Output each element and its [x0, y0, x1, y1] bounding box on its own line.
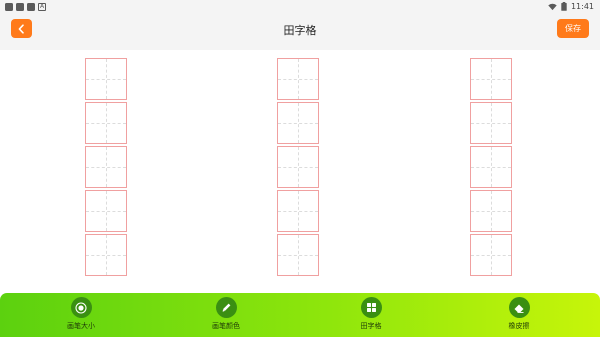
tianzige-cell[interactable] [470, 58, 512, 100]
grid-icon [360, 297, 382, 318]
tianzige-cell[interactable] [85, 102, 127, 144]
tianzige-cell[interactable] [277, 190, 319, 232]
status-bar-notifications: A [5, 3, 46, 11]
grid-column-1 [85, 58, 127, 278]
brush-size-button[interactable]: 画笔大小 [41, 293, 121, 337]
tianzige-cell[interactable] [470, 102, 512, 144]
a-badge-icon: A [38, 3, 46, 11]
tianzige-cell[interactable] [85, 234, 127, 276]
app-icon [16, 3, 24, 11]
grid-type-button[interactable]: 田字格 [331, 293, 411, 337]
tianzige-cell[interactable] [277, 146, 319, 188]
tianzige-cell[interactable] [85, 58, 127, 100]
pencil-icon [215, 297, 237, 318]
app-icon [27, 3, 35, 11]
battery-icon [561, 2, 567, 11]
brush-color-button[interactable]: 画笔颜色 [186, 293, 266, 337]
tianzige-cell[interactable] [470, 190, 512, 232]
grid-column-2 [277, 58, 319, 278]
brush-size-icon [70, 297, 92, 318]
tianzige-cell[interactable] [277, 58, 319, 100]
brush-color-label: 画笔颜色 [212, 322, 240, 330]
grid-type-label: 田字格 [360, 322, 382, 330]
status-bar: A 11:41 [0, 0, 600, 14]
tianzige-cell[interactable] [277, 234, 319, 276]
tianzige-cell[interactable] [470, 146, 512, 188]
grid-column-3 [470, 58, 512, 278]
save-button[interactable]: 保存 [557, 19, 589, 38]
app-icon [5, 3, 13, 11]
page-title: 田字格 [283, 24, 317, 37]
tianzige-cell[interactable] [470, 234, 512, 276]
tianzige-cell[interactable] [277, 102, 319, 144]
tianzige-cell[interactable] [85, 190, 127, 232]
eraser-label: 橡皮擦 [508, 322, 530, 330]
bottom-toolbar: 画笔大小 画笔颜色 田字格 橡皮擦 [0, 293, 600, 337]
tianzige-cell[interactable] [85, 146, 127, 188]
eraser-icon [508, 297, 530, 318]
status-time: 11:41 [570, 2, 594, 11]
wifi-icon [548, 3, 557, 10]
brush-size-label: 画笔大小 [67, 322, 95, 330]
status-bar-system: 11:41 [548, 2, 594, 11]
app-header: 田字格 保存 [0, 14, 600, 50]
eraser-button[interactable]: 橡皮擦 [479, 293, 559, 337]
